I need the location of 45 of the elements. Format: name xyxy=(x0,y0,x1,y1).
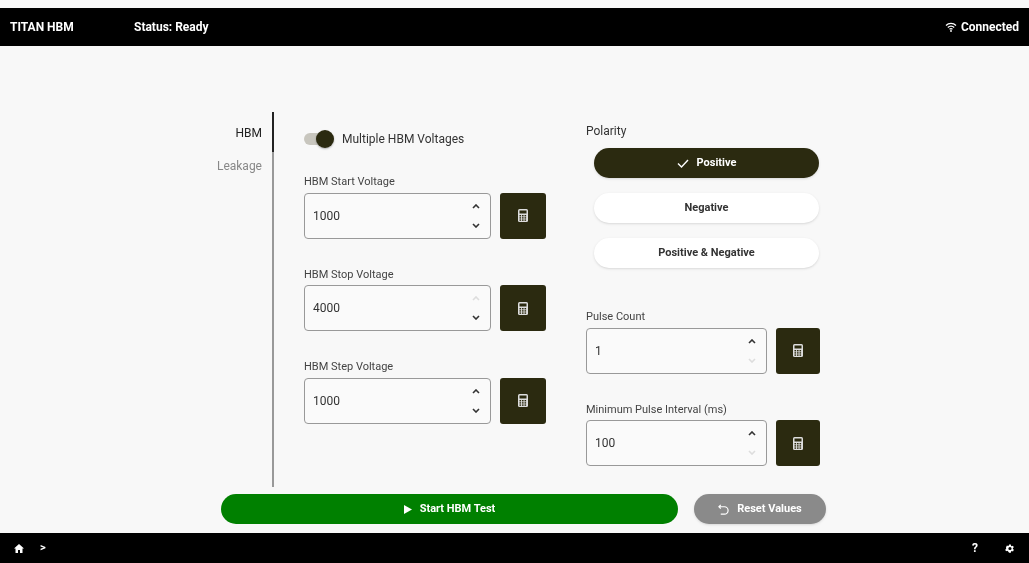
number-field[interactable]: 1 xyxy=(586,327,767,374)
connection-status: Connected xyxy=(960,19,1019,36)
field-label: HBM Start Voltage xyxy=(304,174,396,190)
field-label: Minimum Pulse Interval (ms) xyxy=(586,401,728,418)
toggle-label: Multiple HBM Voltages xyxy=(342,131,465,148)
field-value: 4000 xyxy=(313,300,341,317)
polarity-option[interactable]: Positive & Negative xyxy=(594,238,819,268)
calculator-button[interactable] xyxy=(500,285,546,331)
field-value: 1000 xyxy=(313,392,341,410)
number-field[interactable]: 4000 xyxy=(304,285,491,331)
status-text: Status: Ready xyxy=(134,19,209,36)
wifi-icon xyxy=(944,22,957,32)
field-label: HBM Step Voltage xyxy=(304,359,395,375)
calculator-icon xyxy=(792,344,803,357)
polarity-option[interactable]: Positive xyxy=(594,148,819,178)
calculator-icon xyxy=(518,394,528,407)
field-label: HBM Stop Voltage xyxy=(304,266,395,283)
toggle-switch[interactable] xyxy=(304,133,332,145)
number-field[interactable]: 1000 xyxy=(304,192,491,239)
calculator-button[interactable] xyxy=(775,420,820,466)
field-value: 1000 xyxy=(313,207,341,225)
calculator-button[interactable] xyxy=(775,327,820,374)
polarity-label: Polarity xyxy=(586,123,628,140)
tab-indicator xyxy=(272,112,274,152)
field-value: 1 xyxy=(595,342,603,360)
calculator-button[interactable] xyxy=(500,192,546,239)
calculator-icon xyxy=(518,301,528,315)
check-icon xyxy=(676,158,689,168)
play-icon xyxy=(403,504,412,514)
start-test-button[interactable]: Start HBM Test xyxy=(221,494,678,524)
undo-icon xyxy=(718,503,730,515)
nav-tab[interactable]: HBM xyxy=(235,124,262,142)
home-icon[interactable] xyxy=(14,543,24,553)
settings-icon[interactable] xyxy=(1004,542,1015,554)
field-label: Pulse Count xyxy=(586,309,647,325)
polarity-option[interactable]: Negative xyxy=(594,193,819,223)
calculator-icon xyxy=(518,209,528,222)
number-field[interactable]: 1000 xyxy=(304,377,491,424)
field-value: 100 xyxy=(595,435,617,452)
number-field[interactable]: 100 xyxy=(586,420,767,466)
breadcrumb-separator: > xyxy=(40,539,46,556)
calculator-button[interactable] xyxy=(500,377,546,424)
app-title: TITAN HBM xyxy=(10,19,75,36)
calculator-icon xyxy=(792,436,803,450)
help-button[interactable]: ? xyxy=(972,539,978,557)
